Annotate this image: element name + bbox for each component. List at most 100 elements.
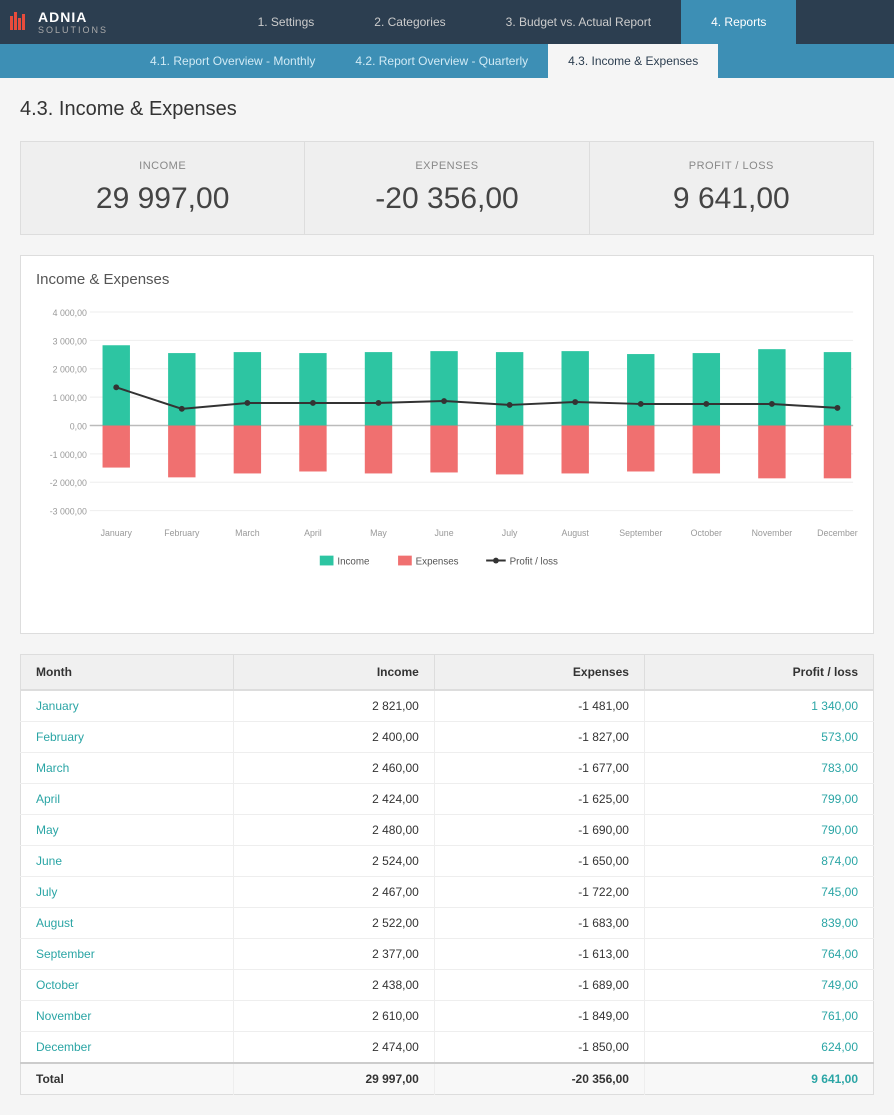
svg-text:2 000,00: 2 000,00 [53,365,87,375]
subnav-income-expenses[interactable]: 4.3. Income & Expenses [548,44,718,78]
cell-expenses: -1 625,00 [434,784,644,815]
income-card: Income 29 997,00 [21,142,305,234]
svg-text:0,00: 0,00 [70,421,87,431]
table-row: June 2 524,00 -1 650,00 874,00 [21,846,874,877]
cell-expenses: -1 683,00 [434,908,644,939]
chart-area: 4 000,00 3 000,00 2 000,00 1 000,00 0,00… [36,298,858,618]
cell-expenses: -1 481,00 [434,690,644,722]
brand-sub: SOLUTIONS [38,25,108,35]
nav-categories[interactable]: 2. Categories [344,0,475,44]
sub-navigation: 4.1. Report Overview - Monthly 4.2. Repo… [0,44,894,78]
cell-expenses: -1 689,00 [434,970,644,1001]
cell-profit: 573,00 [644,722,873,753]
cell-month: October [21,970,234,1001]
col-profit: Profit / loss [644,655,873,691]
main-content: 4.3. Income & Expenses Income 29 997,00 … [0,78,894,1115]
top-navigation: ADNIA SOLUTIONS 1. Settings 2. Categorie… [0,0,894,44]
table-total-row: Total 29 997,00 -20 356,00 9 641,00 [21,1063,874,1095]
cell-month: August [21,908,234,939]
total-label: Total [21,1063,234,1095]
table-row: September 2 377,00 -1 613,00 764,00 [21,939,874,970]
svg-text:November: November [752,528,793,538]
logo-icon [10,8,32,36]
cell-income: 2 377,00 [234,939,435,970]
cell-income: 2 610,00 [234,1001,435,1032]
nav-budget[interactable]: 3. Budget vs. Actual Report [476,0,681,44]
cell-expenses: -1 650,00 [434,846,644,877]
svg-text:June: June [435,528,454,538]
cell-income: 2 524,00 [234,846,435,877]
profit-card: Profit / loss 9 641,00 [590,142,873,234]
cell-month: September [21,939,234,970]
data-table: Month Income Expenses Profit / loss Janu… [20,654,874,1095]
table-row: February 2 400,00 -1 827,00 573,00 [21,722,874,753]
svg-text:August: August [561,528,589,538]
brand-name: ADNIA [38,9,87,25]
cell-profit: 790,00 [644,815,873,846]
cell-profit: 749,00 [644,970,873,1001]
nav-settings[interactable]: 1. Settings [228,0,345,44]
cell-month: January [21,690,234,722]
svg-text:4 000,00: 4 000,00 [53,308,87,318]
col-month: Month [21,655,234,691]
cell-profit: 799,00 [644,784,873,815]
cell-profit: 624,00 [644,1032,873,1064]
col-expenses: Expenses [434,655,644,691]
cell-month: February [21,722,234,753]
total-profit: 9 641,00 [644,1063,873,1095]
svg-text:March: March [235,528,260,538]
total-expenses: -20 356,00 [434,1063,644,1095]
cell-expenses: -1 827,00 [434,722,644,753]
expenses-card: Expenses -20 356,00 [305,142,589,234]
cell-income: 2 438,00 [234,970,435,1001]
table-row: March 2 460,00 -1 677,00 783,00 [21,753,874,784]
table-row: May 2 480,00 -1 690,00 790,00 [21,815,874,846]
svg-text:January: January [101,528,133,538]
cell-income: 2 460,00 [234,753,435,784]
profit-label: Profit / loss [610,160,853,172]
col-income: Income [234,655,435,691]
subnav-monthly[interactable]: 4.1. Report Overview - Monthly [130,44,335,78]
cell-profit: 783,00 [644,753,873,784]
cell-income: 2 467,00 [234,877,435,908]
expenses-label: Expenses [325,160,568,172]
nav-reports[interactable]: 4. Reports [681,0,796,44]
expenses-value: -20 356,00 [325,182,568,216]
total-income: 29 997,00 [234,1063,435,1095]
cell-expenses: -1 613,00 [434,939,644,970]
cell-month: June [21,846,234,877]
logo: ADNIA SOLUTIONS [10,8,140,36]
svg-text:July: July [502,528,518,538]
cell-income: 2 424,00 [234,784,435,815]
cell-month: May [21,815,234,846]
cell-expenses: -1 850,00 [434,1032,644,1064]
table-row: January 2 821,00 -1 481,00 1 340,00 [21,690,874,722]
table-row: December 2 474,00 -1 850,00 624,00 [21,1032,874,1064]
page-title: 4.3. Income & Expenses [20,98,874,121]
svg-text:Expenses: Expenses [416,556,459,567]
cell-profit: 761,00 [644,1001,873,1032]
svg-text:September: September [619,528,662,538]
chart-title: Income & Expenses [36,271,858,288]
chart-container: Income & Expenses 4 000,00 3 000,00 2 00… [20,255,874,634]
table-row: October 2 438,00 -1 689,00 749,00 [21,970,874,1001]
cell-income: 2 821,00 [234,690,435,722]
svg-text:-2 000,00: -2 000,00 [50,478,87,488]
income-label: Income [41,160,284,172]
cell-profit: 1 340,00 [644,690,873,722]
svg-text:May: May [370,528,387,538]
subnav-quarterly[interactable]: 4.2. Report Overview - Quarterly [335,44,548,78]
table-row: November 2 610,00 -1 849,00 761,00 [21,1001,874,1032]
cell-month: July [21,877,234,908]
cell-income: 2 522,00 [234,908,435,939]
summary-cards: Income 29 997,00 Expenses -20 356,00 Pro… [20,141,874,235]
cell-expenses: -1 690,00 [434,815,644,846]
svg-text:Income: Income [337,556,369,567]
svg-text:December: December [817,528,858,538]
cell-profit: 745,00 [644,877,873,908]
table-row: August 2 522,00 -1 683,00 839,00 [21,908,874,939]
cell-expenses: -1 677,00 [434,753,644,784]
svg-text:April: April [304,528,322,538]
cell-profit: 764,00 [644,939,873,970]
svg-text:-1 000,00: -1 000,00 [50,450,87,460]
